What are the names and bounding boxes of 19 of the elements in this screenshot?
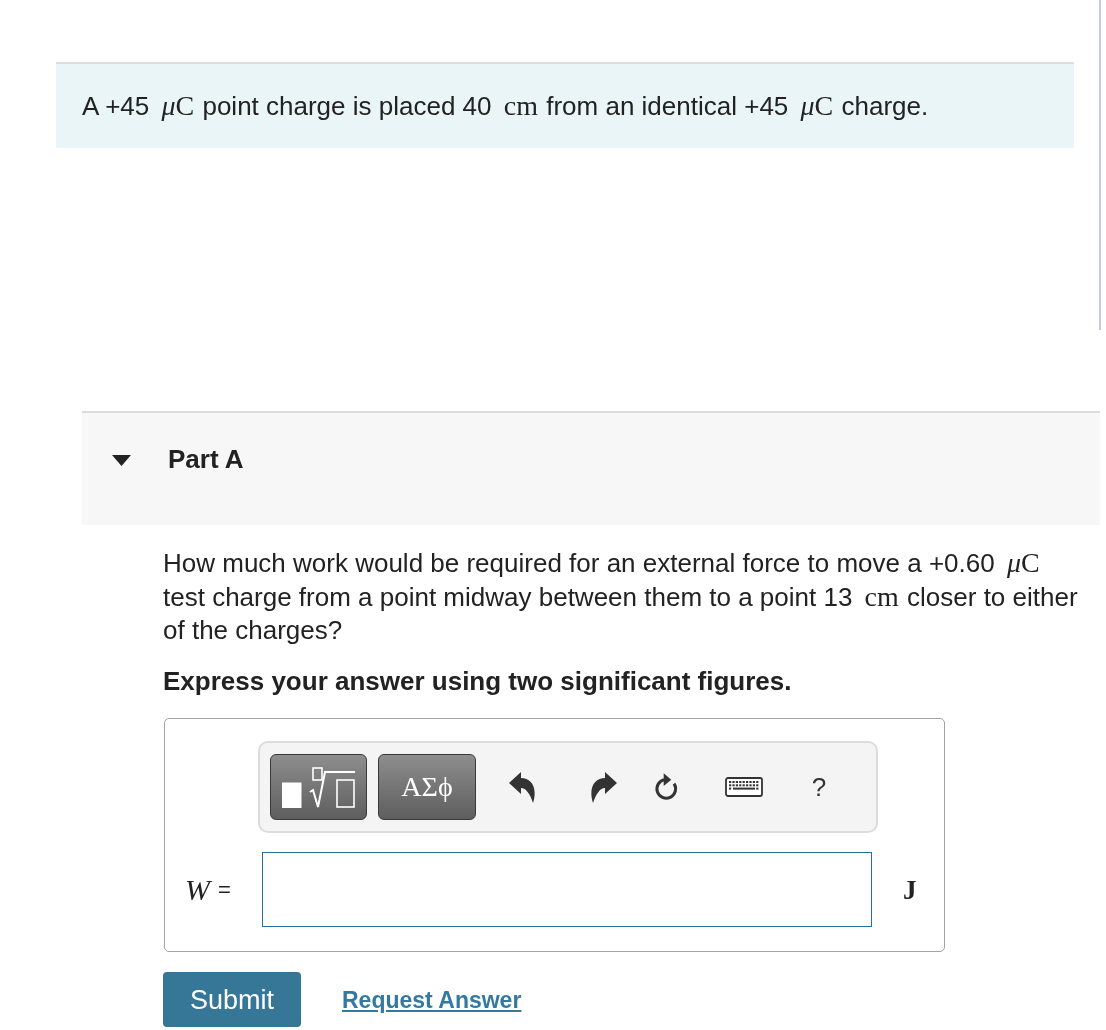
submit-button[interactable]: Submit: [163, 972, 301, 1027]
greek-symbols-button[interactable]: ΑΣϕ: [378, 754, 476, 820]
part-header[interactable]: Part A: [82, 411, 1100, 525]
equals-sign: =: [218, 875, 231, 904]
part-title: Part A: [168, 443, 244, 476]
problem-statement: A +45 μC point charge is placed 40 cm from an identical +45 μC charge.: [82, 89, 929, 123]
request-answer-link[interactable]: Request Answer: [342, 984, 522, 1015]
unit-label: J: [903, 873, 917, 906]
templates-button[interactable]: [270, 754, 367, 820]
reset-icon: [652, 771, 680, 803]
keyboard-icon: [725, 777, 763, 797]
redo-icon: [589, 771, 617, 803]
variable-label: W: [185, 872, 210, 907]
undo-icon: [508, 771, 536, 803]
help-button[interactable]: ?: [804, 767, 834, 807]
answer-input[interactable]: [262, 852, 872, 927]
question-text: How much work would be required for an external force to move a +0.60 μC test charge from a point midway between them to a point 13 cm closer to either of the charges?: [163, 546, 1079, 647]
square-root-icon: [282, 766, 355, 808]
instruction-text: Express your answer using two significant figures.: [163, 665, 792, 698]
